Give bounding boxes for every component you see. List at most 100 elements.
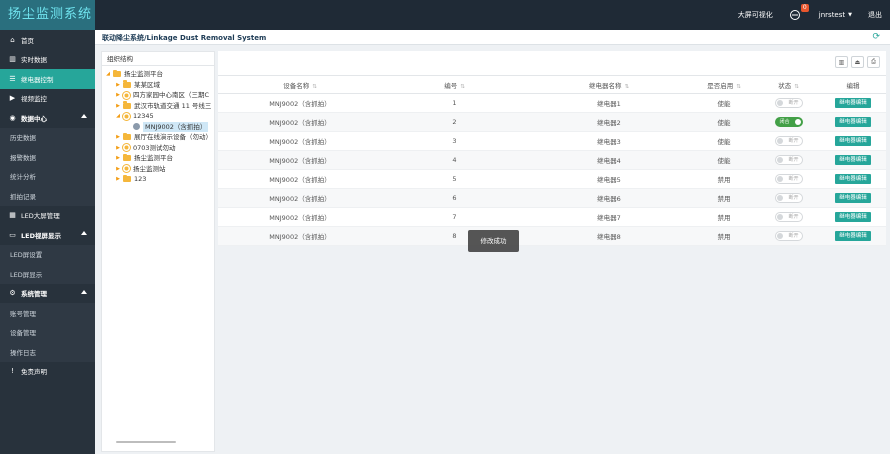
column-header-relay[interactable]: 继电器名称 ⇅	[527, 75, 691, 94]
column-header-status[interactable]: 状态 ⇅	[757, 75, 820, 94]
relay-edit-button[interactable]: 继电器编辑	[835, 193, 871, 203]
sidebar-item-history[interactable]: 历史数据	[0, 127, 95, 147]
column-header-device[interactable]: 设备名称 ⇅	[218, 75, 382, 94]
status-toggle[interactable]: 断开	[774, 155, 803, 165]
sort-icon[interactable]: ⇅	[794, 84, 799, 90]
cell-number: 5	[382, 169, 527, 189]
sort-icon[interactable]: ⇅	[736, 84, 741, 90]
sort-icon[interactable]: ⇅	[624, 84, 629, 90]
expand-icon[interactable]: ◢	[115, 111, 121, 122]
sidebar-item-label: 数据中心	[21, 114, 47, 123]
status-toggle[interactable]: 断开	[774, 136, 803, 146]
sidebar-item-relay-control[interactable]: ☰ 继电器控制	[0, 69, 95, 89]
sidebar-item-alarms[interactable]: 报警数据	[0, 147, 95, 167]
monitor-icon: ▭	[9, 230, 16, 239]
status-toggle[interactable]: 断开	[774, 174, 803, 184]
tree-node[interactable]: ▶ 扬尘监测平台	[102, 153, 214, 164]
tree-node-label: 扬尘监测平台	[124, 70, 163, 78]
columns-icon[interactable]: ▥	[835, 56, 848, 68]
tree-node-label: 123	[134, 175, 147, 183]
expand-icon[interactable]: ▶	[115, 80, 121, 91]
expand-icon[interactable]: ▶	[115, 90, 121, 101]
relay-edit-button[interactable]: 继电器编辑	[835, 174, 871, 184]
tree-node[interactable]: ▶ 0703测试勿动	[102, 143, 214, 154]
tree-node[interactable]: ▶ 扬尘监测站	[102, 164, 214, 175]
success-toast: 修改成功	[468, 230, 519, 252]
status-toggle[interactable]: 断开	[774, 212, 803, 222]
relay-edit-button[interactable]: 继电器编辑	[835, 98, 871, 108]
sidebar-group-system[interactable]: ⚙ 系统管理	[0, 284, 95, 304]
tree-node[interactable]: ▶ 123	[102, 174, 214, 185]
expand-icon[interactable]: ▶	[115, 153, 121, 164]
expand-icon[interactable]: ▶	[115, 101, 121, 112]
sidebar-item-led-settings[interactable]: LED屏设置	[0, 244, 95, 264]
sidebar-item-snapshots[interactable]: 抓拍记录	[0, 186, 95, 206]
export-icon[interactable]: ⏏	[851, 56, 864, 68]
relay-table: 设备名称 ⇅ 编号 ⇅ 继电器名称 ⇅ 是否启用 ⇅ 状态 ⇅ 编辑 MNJ9002（含抓…	[218, 75, 886, 246]
expand-icon[interactable]: ▶	[115, 174, 121, 185]
user-menu[interactable]: jnrstest ▼	[819, 11, 852, 19]
relay-edit-button[interactable]: 继电器编辑	[835, 117, 871, 127]
cell-relay-name: 继电器1	[527, 93, 691, 113]
sidebar-item-led-management[interactable]: ▦ LED大屏管理	[0, 206, 95, 226]
folder-icon	[123, 80, 131, 88]
status-toggle[interactable]: 断开	[774, 231, 803, 241]
expand-icon[interactable]: ▶	[115, 132, 121, 143]
logout-link[interactable]: 退出	[868, 10, 882, 20]
tree-node[interactable]: ▶ 某某区域	[102, 80, 214, 91]
column-header-enabled[interactable]: 是否启用 ⇅	[691, 75, 757, 94]
relay-edit-button[interactable]: 继电器编辑	[835, 212, 871, 222]
breadcrumb-bar: 联动降尘系统/Linkage Dust Removal System ⟳	[95, 30, 890, 45]
tree-node-selected[interactable]: MNJ9002（含抓拍）	[102, 121, 214, 132]
status-toggle[interactable]: 闭合	[774, 117, 803, 127]
sidebar-item-label: 继电器控制	[21, 75, 54, 84]
sidebar-item-statistics[interactable]: 统计分析	[0, 166, 95, 186]
sidebar-item-devices[interactable]: 设备管理	[0, 322, 95, 342]
relay-edit-button[interactable]: 继电器编辑	[835, 136, 871, 146]
cell-edit: 继电器编辑	[820, 93, 886, 113]
relay-edit-button[interactable]: 继电器编辑	[835, 231, 871, 241]
tree-node[interactable]: ▶ 展厅在线演示设备（勿动）	[102, 132, 214, 143]
sidebar-item-accounts[interactable]: 账号管理	[0, 303, 95, 323]
status-toggle[interactable]: 断开	[774, 98, 803, 108]
column-header-label: 是否启用	[707, 81, 734, 90]
cell-status: 断开	[757, 188, 820, 208]
table-header-row: 设备名称 ⇅ 编号 ⇅ 继电器名称 ⇅ 是否启用 ⇅ 状态 ⇅ 编辑	[218, 75, 886, 94]
relay-table-panel: ▥ ⏏ ⎙ 设备名称 ⇅ 编号 ⇅ 继电器名称 ⇅ 是否启用 ⇅ 状态 ⇅ 编辑 MNJ9…	[218, 51, 886, 246]
breadcrumb: 联动降尘系统/Linkage Dust Removal System	[102, 34, 267, 42]
sidebar-group-data-center[interactable]: ◉ 数据中心	[0, 108, 95, 128]
folder-icon	[123, 101, 131, 109]
sidebar-item-home[interactable]: ⌂ 首页	[0, 30, 95, 50]
refresh-icon[interactable]: ⟳	[872, 32, 880, 42]
cell-status: 断开	[757, 226, 820, 246]
sidebar-item-led-display[interactable]: LED屏显示	[0, 264, 95, 284]
sort-icon[interactable]: ⇅	[312, 84, 317, 90]
status-toggle[interactable]: 断开	[774, 193, 803, 203]
horizontal-scrollbar[interactable]	[116, 441, 176, 443]
cell-enabled: 使能	[691, 112, 757, 132]
sidebar-item-disclaimer[interactable]: ! 免责声明	[0, 362, 95, 382]
sidebar-item-video[interactable]: ▶ 视频监控	[0, 89, 95, 109]
column-header-label: 编号	[444, 81, 458, 90]
sidebar-item-logs[interactable]: 操作日志	[0, 342, 95, 362]
notification-button[interactable]: 0	[789, 4, 809, 21]
sidebar-group-led-display[interactable]: ▭ LED视屏显示	[0, 225, 95, 245]
expand-icon[interactable]: ◢	[105, 69, 111, 80]
tree-node[interactable]: ◢ 12345	[102, 111, 214, 122]
site-icon	[123, 165, 130, 173]
sidebar-item-label: LED大屏管理	[21, 212, 60, 221]
big-screen-link[interactable]: 大屏可视化	[738, 10, 773, 20]
tree-node[interactable]: ◢ 扬尘监测平台	[102, 69, 214, 80]
expand-icon[interactable]: ▶	[115, 143, 121, 154]
print-icon[interactable]: ⎙	[867, 56, 880, 68]
sort-icon[interactable]: ⇅	[460, 84, 465, 90]
sidebar-item-realtime[interactable]: ▥ 实时数据	[0, 50, 95, 70]
tree-node-label: 展厅在线演示设备（勿动）	[134, 133, 212, 141]
tree-title: 组织结构	[102, 52, 214, 66]
tree-node[interactable]: ▶ 武汉市轨道交通 11 号线三	[102, 101, 214, 112]
org-tree: ◢ 扬尘监测平台 ▶ 某某区域 ▶ 四方家园中心南区（三期C ▶ 武汉市轨道交通 11 …	[102, 66, 214, 446]
column-header-number[interactable]: 编号 ⇅	[382, 75, 527, 94]
relay-edit-button[interactable]: 继电器编辑	[835, 155, 871, 165]
tree-node[interactable]: ▶ 四方家园中心南区（三期C	[102, 90, 214, 101]
expand-icon[interactable]: ▶	[115, 164, 121, 175]
